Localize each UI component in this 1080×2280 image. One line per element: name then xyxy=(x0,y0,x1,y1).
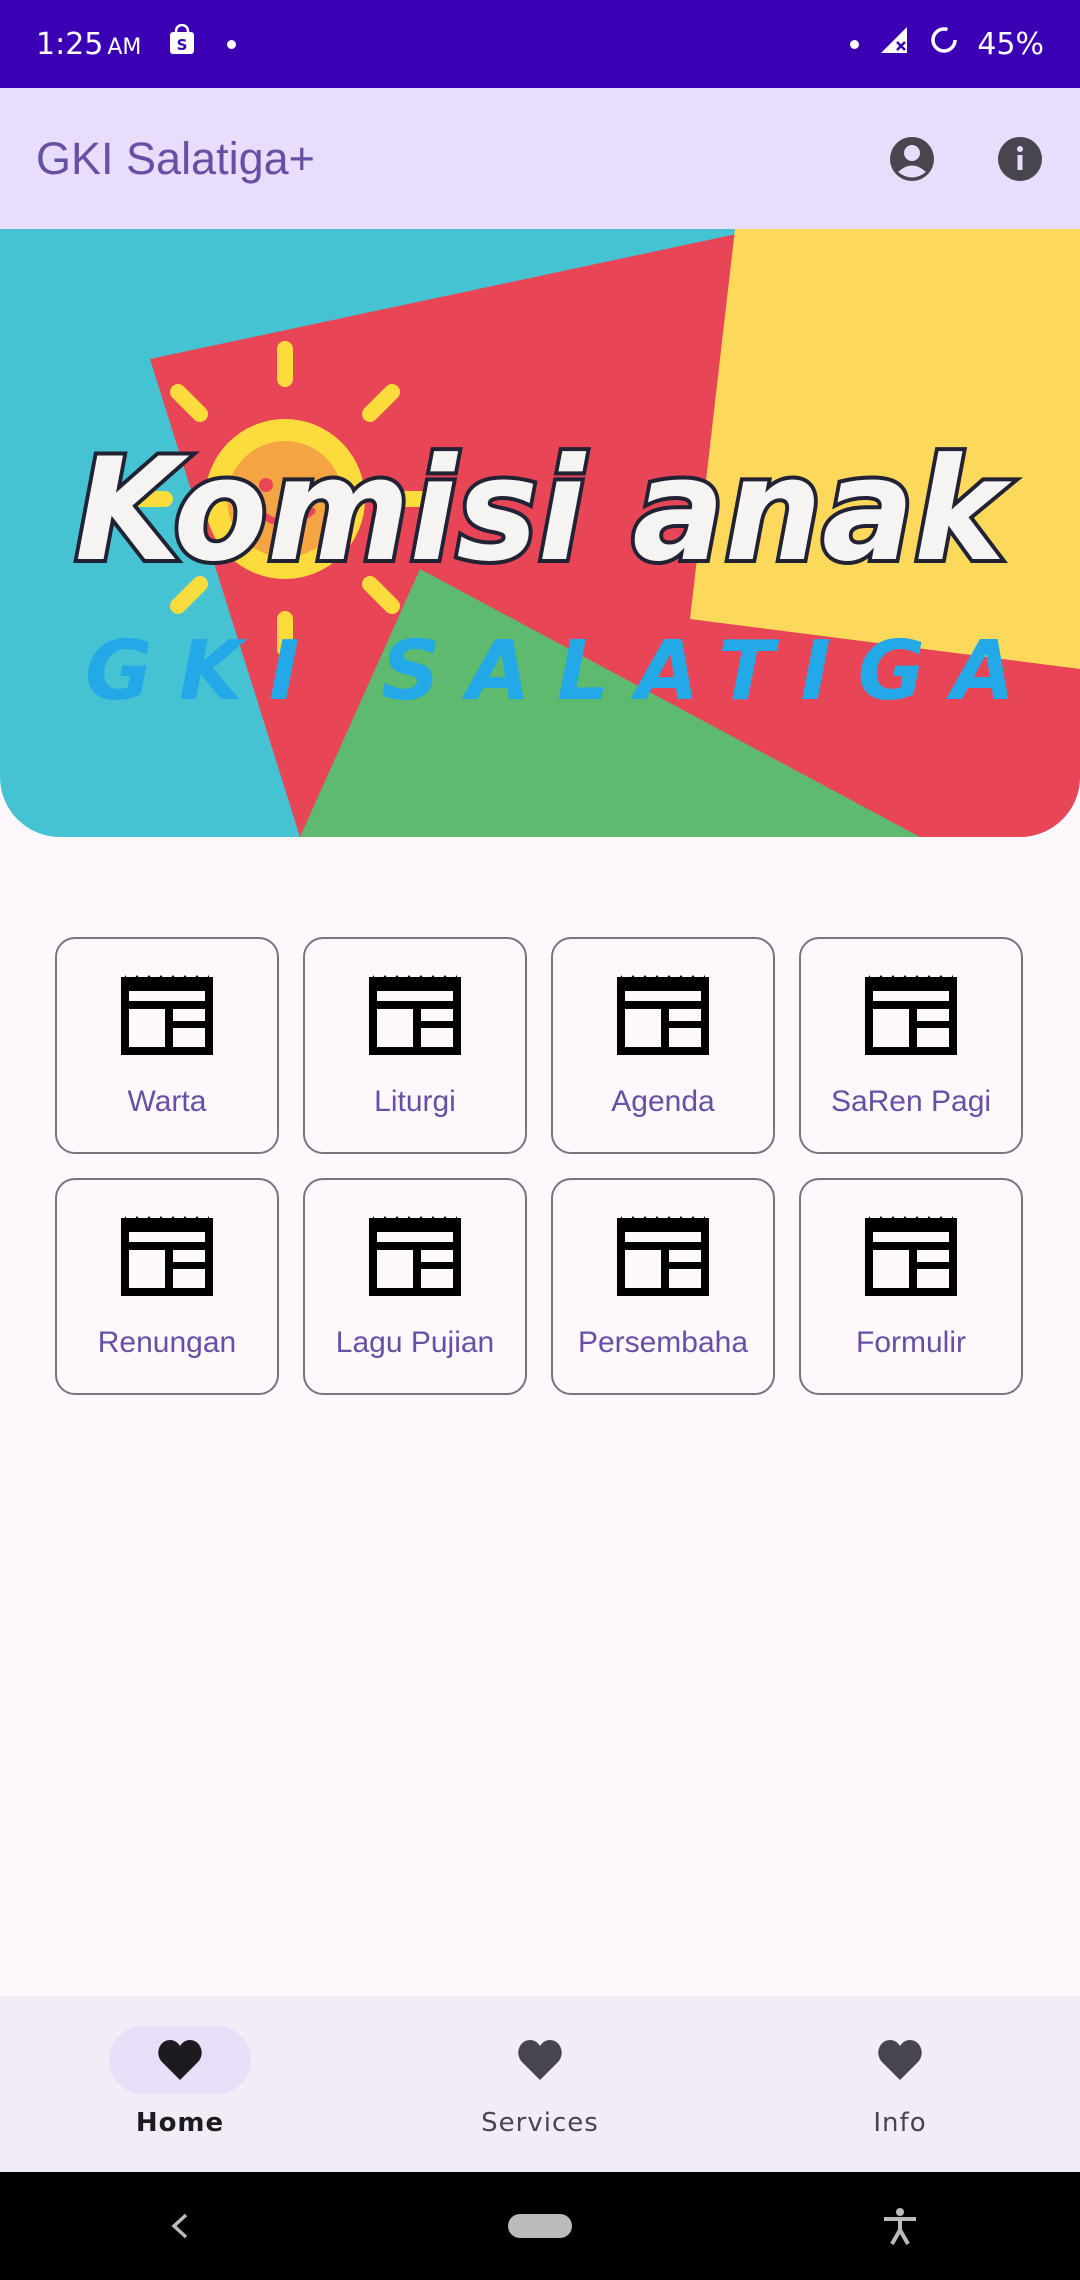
accessibility-icon[interactable] xyxy=(850,2186,950,2266)
app-title: GKI Salatiga+ xyxy=(36,132,315,184)
bottom-nav: Home Services Info xyxy=(0,1996,1080,2172)
banner-headline: Komisi anak xyxy=(75,428,1012,593)
menu-card-label: Formulir xyxy=(856,1326,966,1359)
article-icon xyxy=(369,1216,461,1296)
menu-card-persembaha[interactable]: Persembaha xyxy=(551,1178,775,1395)
menu-card-formulir[interactable]: Formulir xyxy=(799,1178,1023,1395)
notification-dot-icon xyxy=(850,39,860,49)
nav-home[interactable]: Home xyxy=(0,1996,360,2172)
nav-services[interactable]: Services xyxy=(360,1996,720,2172)
account-circle-icon[interactable] xyxy=(888,135,936,183)
menu-card-warta[interactable]: Warta xyxy=(55,937,279,1154)
app-bar: GKI Salatiga+ xyxy=(0,88,1080,229)
heart-icon xyxy=(158,2040,202,2080)
signal-off-icon xyxy=(877,25,911,63)
article-icon xyxy=(865,1216,957,1296)
status-time: 1:25 AM xyxy=(36,27,141,62)
article-icon xyxy=(121,975,213,1055)
menu-card-lagu-pujian[interactable]: Lagu Pujian xyxy=(303,1178,527,1395)
article-icon xyxy=(369,975,461,1055)
home-pill-icon[interactable] xyxy=(490,2186,590,2266)
nav-info[interactable]: Info xyxy=(720,1996,1080,2172)
battery-saver-icon xyxy=(929,25,959,63)
menu-card-label: Renungan xyxy=(97,1326,237,1359)
nav-active-indicator xyxy=(109,2026,251,2094)
heart-icon xyxy=(518,2040,562,2080)
menu-card-label: Persembaha xyxy=(577,1326,749,1359)
menu-card-saren-pagi[interactable]: SaRen Pagi xyxy=(799,937,1023,1154)
menu-card-label: Warta xyxy=(127,1085,207,1118)
menu-card-label: Agenda xyxy=(611,1085,715,1118)
article-icon xyxy=(617,1216,709,1296)
menu-card-label: SaRen Pagi xyxy=(830,1085,992,1118)
menu-card-liturgi[interactable]: Liturgi xyxy=(303,937,527,1154)
system-nav-bar xyxy=(0,2172,1080,2280)
article-icon xyxy=(617,975,709,1055)
status-time-ampm: AM xyxy=(107,34,142,60)
article-icon xyxy=(121,1216,213,1296)
nav-label: Services xyxy=(481,2108,599,2138)
menu-card-agenda[interactable]: Agenda xyxy=(551,937,775,1154)
back-icon[interactable] xyxy=(130,2186,230,2266)
status-time-value: 1:25 xyxy=(36,26,104,62)
heart-icon xyxy=(878,2040,922,2080)
menu-card-label: Lagu Pujian xyxy=(335,1326,495,1359)
shopping-bag-icon: S xyxy=(167,23,197,64)
banner-image: Komisi anak GKI SALATIGA xyxy=(0,229,1080,837)
status-bar: 1:25 AM S 45% xyxy=(0,0,1080,88)
menu-grid: Warta Liturgi Agenda SaRen Pagi Renungan… xyxy=(55,937,1025,1395)
menu-card-label: Liturgi xyxy=(374,1085,456,1118)
svg-text:S: S xyxy=(177,36,188,54)
nav-label: Home xyxy=(135,2108,225,2138)
nav-label: Info xyxy=(873,2108,927,2138)
battery-percent: 45% xyxy=(977,26,1044,62)
notification-dot-icon xyxy=(227,39,237,49)
menu-card-renungan[interactable]: Renungan xyxy=(55,1178,279,1395)
article-icon xyxy=(865,975,957,1055)
info-icon[interactable] xyxy=(996,135,1044,183)
